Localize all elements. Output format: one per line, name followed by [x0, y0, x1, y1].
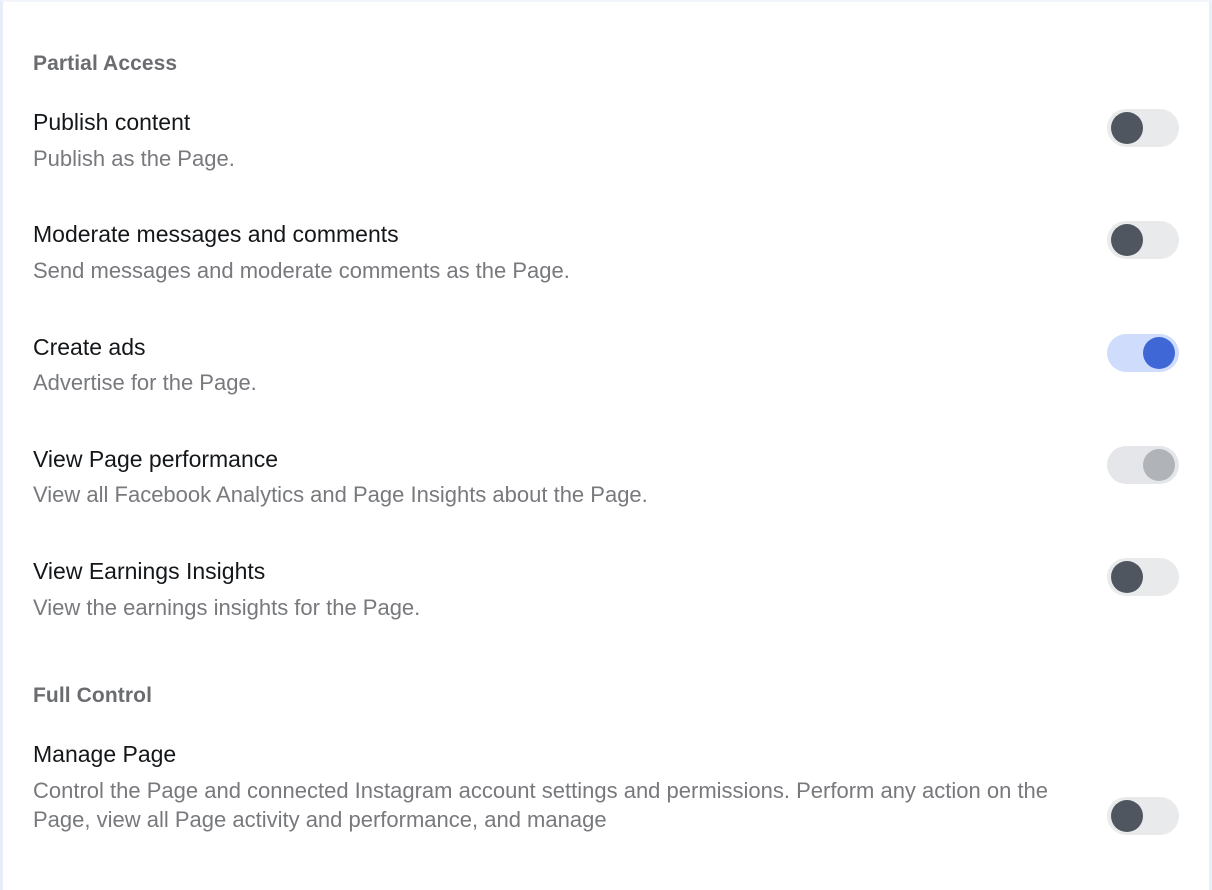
permission-text: Manage Page Control the Page and connect…	[33, 741, 1107, 834]
permission-title: Create ads	[33, 333, 146, 360]
permission-text: View Page performance View all Facebook …	[33, 446, 1107, 510]
permission-title: Publish content	[33, 109, 191, 135]
permission-text: Publish content Publish as the Page.	[33, 109, 1107, 173]
toggle-knob-icon	[1143, 448, 1175, 481]
permission-row-view-earnings-insights: View Earnings Insights View the earnings…	[33, 558, 1179, 622]
toggle-create-ads[interactable]	[1107, 333, 1179, 372]
permission-row-manage-page: Manage Page Control the Page and connect…	[33, 741, 1179, 836]
permission-description: Control the Page and connected Instagram…	[33, 778, 1049, 832]
toggle-publish-content[interactable]	[1107, 109, 1179, 147]
permission-text: Create ads Advertise for the Page.	[33, 334, 1107, 398]
toggle-knob-icon	[1111, 224, 1143, 257]
permissions-scroll-area[interactable]: Partial Access Publish content Publish a…	[3, 2, 1209, 836]
permission-description: Advertise for the Page.	[33, 370, 257, 396]
permission-row-view-page-performance: View Page performance View all Facebook …	[33, 445, 1179, 510]
permission-text: View Earnings Insights View the earnings…	[33, 558, 1107, 622]
permission-row-moderate-messages-and-comments: Moderate messages and comments Send mess…	[33, 221, 1179, 285]
permission-row-create-ads: Create ads Advertise for the Page.	[33, 333, 1179, 398]
section-header-full-control: Full Control	[33, 684, 153, 708]
toggle-knob-icon	[1143, 336, 1175, 369]
permission-description: View the earnings insights for the Page.	[33, 594, 421, 620]
toggle-view-earnings-insights[interactable]	[1107, 558, 1179, 597]
toggle-knob-icon	[1111, 800, 1143, 833]
permission-text: Moderate messages and comments Send mess…	[33, 221, 1107, 285]
page-permissions-panel: Partial Access Publish content Publish a…	[0, 0, 1212, 890]
permission-title: Moderate messages and comments	[33, 221, 399, 248]
permission-row-publish-content: Publish content Publish as the Page.	[33, 109, 1179, 173]
toggle-knob-icon	[1111, 112, 1143, 144]
permission-title: Manage Page	[33, 741, 177, 768]
permission-description: View all Facebook Analytics and Page Ins…	[33, 482, 648, 508]
permission-title: View Page performance	[33, 445, 279, 472]
permission-description: Publish as the Page.	[33, 145, 235, 171]
section-header-partial-access: Partial Access	[33, 52, 178, 75]
permission-description: Send messages and moderate comments as t…	[33, 257, 570, 283]
toggle-moderate-messages-and-comments[interactable]	[1107, 221, 1179, 260]
toggle-view-page-performance[interactable]	[1107, 445, 1179, 484]
permission-title: View Earnings Insights	[33, 558, 266, 585]
toggle-knob-icon	[1111, 561, 1143, 594]
toggle-manage-page[interactable]	[1107, 797, 1179, 836]
